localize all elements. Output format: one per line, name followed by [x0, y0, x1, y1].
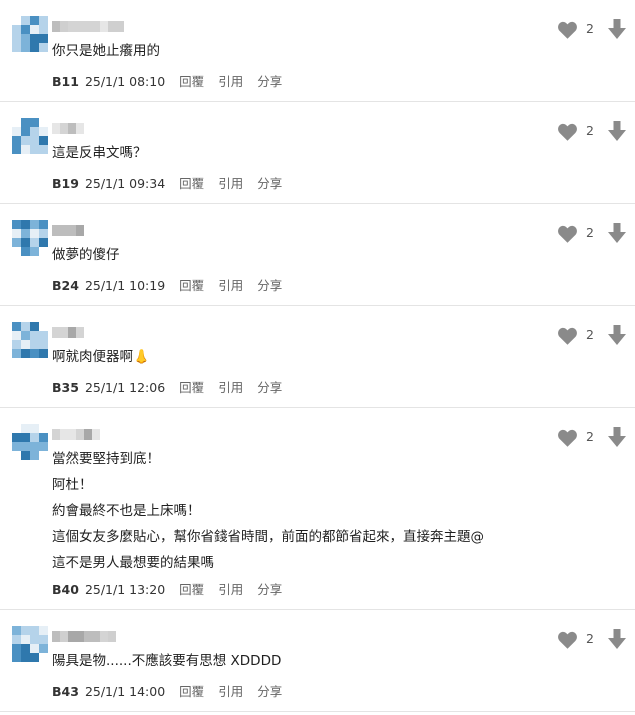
- arrow-down-icon[interactable]: [608, 427, 626, 447]
- timestamp: 25/1/1 13:20: [84, 582, 166, 597]
- comment: 這是反串文嗎？ B19 25/1/1 09:34 回覆 引用 分享 2: [0, 102, 635, 204]
- comment-text: 你只是她止癢用的: [52, 43, 160, 59]
- avatar[interactable]: [12, 424, 48, 460]
- quote-button[interactable]: 引用: [218, 74, 243, 90]
- like-count: 2: [586, 631, 594, 646]
- like-count: 2: [586, 327, 594, 342]
- timestamp: 25/1/1 12:06: [84, 380, 166, 395]
- floor-number[interactable]: B11: [52, 74, 79, 90]
- reply-button[interactable]: 回覆: [179, 176, 204, 192]
- comment-text: 啊就肉便器啊👃: [52, 349, 150, 365]
- avatar[interactable]: [12, 118, 48, 154]
- like-count: 2: [586, 225, 594, 240]
- quote-button[interactable]: 引用: [218, 684, 243, 700]
- comment-meta: B19 25/1/1 09:34 回覆 引用 分享: [52, 176, 296, 192]
- comment-body: 你只是她止癢用的: [52, 38, 160, 64]
- quote-button[interactable]: 引用: [218, 582, 243, 598]
- share-button[interactable]: 分享: [257, 684, 282, 700]
- share-button[interactable]: 分享: [257, 278, 282, 294]
- username-blurred[interactable]: [52, 21, 124, 32]
- username-blurred[interactable]: [52, 429, 100, 440]
- timestamp: 25/1/1 10:19: [84, 278, 166, 293]
- timestamp: 25/1/1 14:00: [84, 684, 166, 699]
- comment-body: 當然要堅持到底！ 阿杜！ 約會最終不也是上床嗎！ 這個女友多麼貼心，幫你省錢省時…: [52, 446, 484, 576]
- comment-list: 你只是她止癢用的 B11 25/1/1 08:10 回覆 引用 分享 2 這是反串文嗎？…: [0, 0, 635, 712]
- comment-text: 做夢的傻仔: [52, 247, 120, 263]
- comment-text-line: 這不是男人最想要的結果嗎: [52, 555, 214, 571]
- username-blurred[interactable]: [52, 225, 84, 236]
- floor-number[interactable]: B35: [52, 380, 79, 396]
- comment: 做夢的傻仔 B24 25/1/1 10:19 回覆 引用 分享 2: [0, 204, 635, 306]
- quote-button[interactable]: 引用: [218, 278, 243, 294]
- comment-body: 做夢的傻仔: [52, 242, 120, 268]
- comment-meta: B24 25/1/1 10:19 回覆 引用 分享: [52, 278, 296, 294]
- avatar[interactable]: [12, 16, 48, 52]
- comment: 啊就肉便器啊👃 B35 25/1/1 12:06 回覆 引用 分享 2: [0, 306, 635, 408]
- username-blurred[interactable]: [52, 327, 84, 338]
- comment-text-line: 阿杜！: [52, 477, 93, 493]
- comment: 陽具是物......不應該要有思想 XDDDD B43 25/1/1 14:00 回…: [0, 610, 635, 712]
- timestamp: 25/1/1 08:10: [84, 74, 166, 89]
- avatar[interactable]: [12, 626, 48, 662]
- arrow-down-icon[interactable]: [608, 629, 626, 649]
- heart-icon[interactable]: [557, 326, 578, 346]
- comment-text: 這是反串文嗎？: [52, 145, 147, 161]
- like-count: 2: [586, 123, 594, 138]
- quote-button[interactable]: 引用: [218, 176, 243, 192]
- comment-text: 陽具是物......不應該要有思想 XDDDD: [52, 653, 282, 669]
- timestamp: 25/1/1 09:34: [84, 176, 166, 191]
- share-button[interactable]: 分享: [257, 74, 282, 90]
- comment-meta: B11 25/1/1 08:10 回覆 引用 分享: [52, 74, 296, 90]
- heart-icon[interactable]: [557, 630, 578, 650]
- comment-meta: B43 25/1/1 14:00 回覆 引用 分享: [52, 684, 296, 700]
- comment: 當然要堅持到底！ 阿杜！ 約會最終不也是上床嗎！ 這個女友多麼貼心，幫你省錢省時…: [0, 408, 635, 610]
- floor-number[interactable]: B24: [52, 278, 79, 294]
- username-blurred[interactable]: [52, 631, 116, 642]
- share-button[interactable]: 分享: [257, 380, 282, 396]
- floor-number[interactable]: B40: [52, 582, 79, 598]
- comment-text-line: 約會最終不也是上床嗎！: [52, 503, 201, 519]
- heart-icon[interactable]: [557, 122, 578, 142]
- reply-button[interactable]: 回覆: [179, 684, 204, 700]
- comment-body: 陽具是物......不應該要有思想 XDDDD: [52, 648, 281, 674]
- heart-icon[interactable]: [557, 224, 578, 244]
- comment: 你只是她止癢用的 B11 25/1/1 08:10 回覆 引用 分享 2: [0, 0, 635, 102]
- reply-button[interactable]: 回覆: [179, 380, 204, 396]
- floor-number[interactable]: B19: [52, 176, 79, 192]
- comment-body: 這是反串文嗎？: [52, 140, 147, 166]
- floor-number[interactable]: B43: [52, 684, 79, 700]
- arrow-down-icon[interactable]: [608, 325, 626, 345]
- reply-button[interactable]: 回覆: [179, 74, 204, 90]
- arrow-down-icon[interactable]: [608, 121, 626, 141]
- comment-text-line: 這個女友多麼貼心，幫你省錢省時間，前面的都節省起來，直接奔主題@: [52, 529, 484, 545]
- reply-button[interactable]: 回覆: [179, 278, 204, 294]
- comment-meta: B40 25/1/1 13:20 回覆 引用 分享: [52, 582, 296, 598]
- like-count: 2: [586, 429, 594, 444]
- comment-body: 啊就肉便器啊👃: [52, 344, 150, 370]
- share-button[interactable]: 分享: [257, 582, 282, 598]
- quote-button[interactable]: 引用: [218, 380, 243, 396]
- like-count: 2: [586, 21, 594, 36]
- username-blurred[interactable]: [52, 123, 84, 134]
- arrow-down-icon[interactable]: [608, 19, 626, 39]
- comment-text-line: 當然要堅持到底！: [52, 451, 160, 467]
- share-button[interactable]: 分享: [257, 176, 282, 192]
- avatar[interactable]: [12, 220, 48, 256]
- heart-icon[interactable]: [557, 428, 578, 448]
- arrow-down-icon[interactable]: [608, 223, 626, 243]
- avatar[interactable]: [12, 322, 48, 358]
- heart-icon[interactable]: [557, 20, 578, 40]
- comment-meta: B35 25/1/1 12:06 回覆 引用 分享: [52, 380, 296, 396]
- reply-button[interactable]: 回覆: [179, 582, 204, 598]
